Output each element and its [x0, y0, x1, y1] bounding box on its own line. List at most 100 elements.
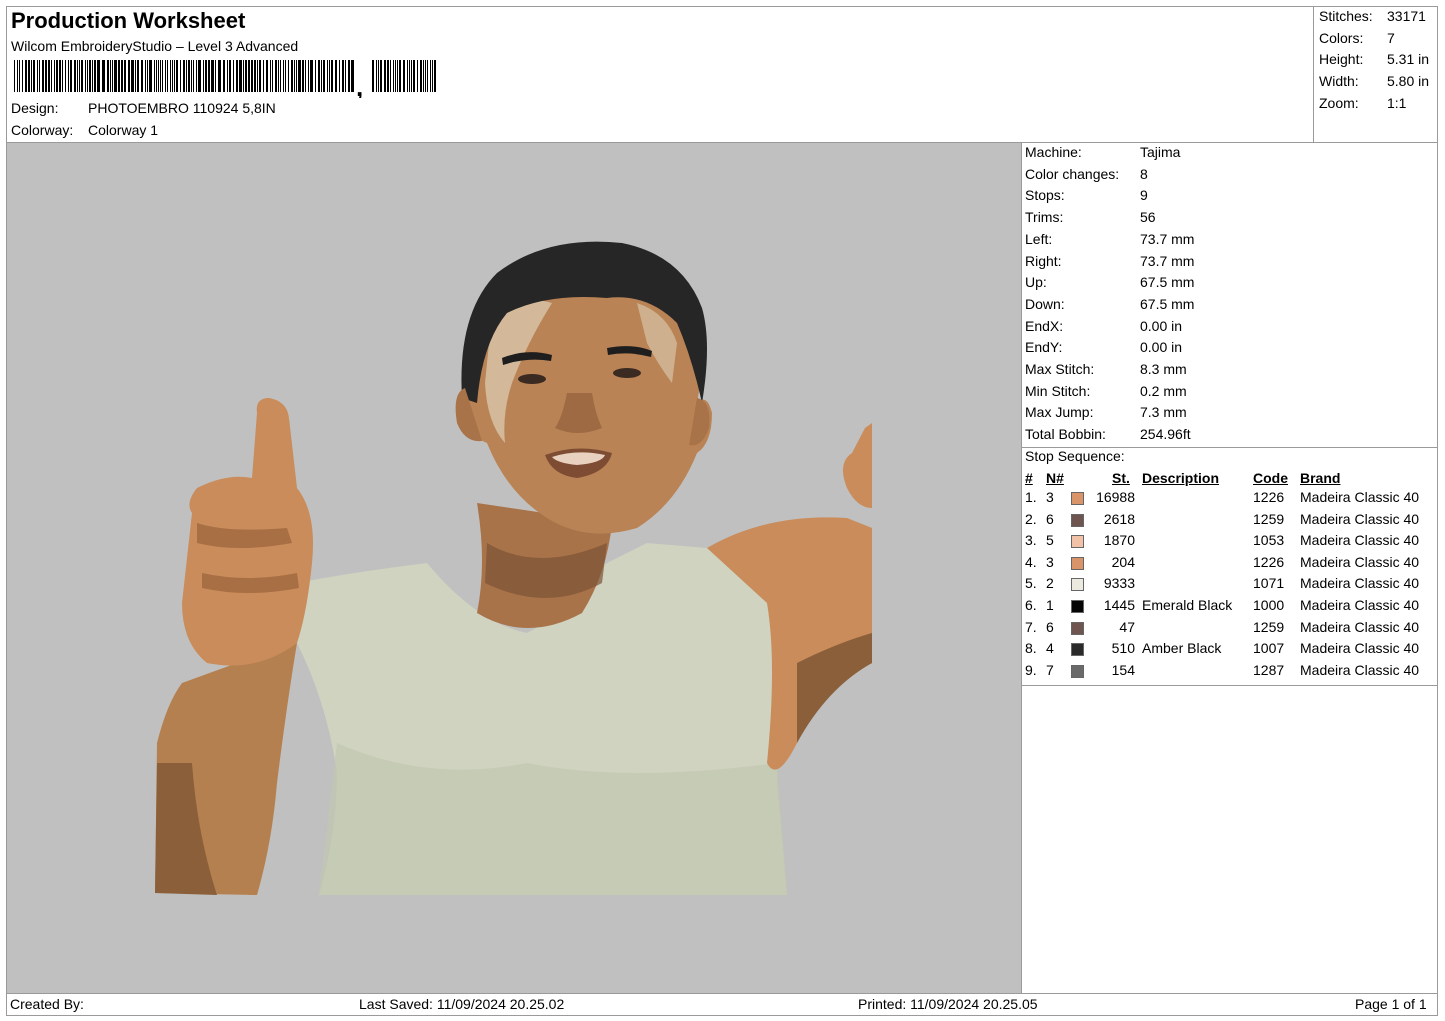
barcode-bar	[92, 60, 93, 92]
barcode-bar	[131, 60, 134, 92]
thread-code: 1053	[1253, 532, 1285, 549]
barcode-bar	[393, 60, 394, 92]
machine-row: Color changes: 8	[1025, 166, 1425, 186]
thread-brand: Madeira Classic 40	[1300, 510, 1420, 527]
needle-number: 7	[1046, 661, 1054, 678]
thread-brand: Madeira Classic 40	[1300, 489, 1420, 505]
barcode-bar	[318, 60, 320, 92]
stat-width: Width: 5.80 in	[1319, 73, 1439, 93]
thread-color-swatch	[1071, 492, 1084, 505]
barcode-bar	[321, 60, 322, 92]
stat-value: 5.80 in	[1387, 73, 1430, 89]
barcode-bar	[296, 60, 297, 92]
barcode-bar	[266, 60, 268, 92]
machine-row: Min Stitch: 0.2 mm	[1025, 383, 1425, 403]
stat-label: Stitches:	[1319, 8, 1373, 24]
stop-number: 6.	[1025, 597, 1037, 613]
machine-value: 9	[1140, 187, 1148, 204]
barcode-bar	[114, 60, 117, 92]
created-by: Created By:	[10, 996, 84, 1012]
thread-brand: Madeira Classic 40	[1300, 575, 1420, 592]
stat-label: Height:	[1319, 51, 1364, 67]
barcode-bar	[227, 60, 228, 92]
barcode-bar	[68, 60, 69, 92]
barcode-bar	[196, 60, 197, 92]
machine-row: Max Jump: 7.3 mm	[1025, 404, 1425, 424]
thread-code: 1226	[1253, 489, 1285, 505]
barcode-bar	[51, 60, 52, 92]
machine-row: EndY: 0.00 in	[1025, 339, 1425, 359]
barcode-bar	[288, 60, 289, 92]
thread-description: Emerald Black	[1142, 597, 1233, 613]
barcode-bar	[110, 60, 111, 92]
machine-label: Stops:	[1025, 187, 1065, 204]
barcode-bar	[329, 60, 330, 92]
barcode-bar	[272, 60, 273, 92]
stop-sequence-row: 1. 3 1226 Madeira Classic 40 16988	[1022, 489, 1438, 510]
barcode-bar	[59, 60, 61, 92]
software-subtitle: Wilcom EmbroideryStudio – Level 3 Advanc…	[11, 38, 299, 54]
barcode: ,	[14, 60, 436, 98]
machine-row: Total Bobbin: 254.96ft	[1025, 426, 1425, 446]
barcode-bar	[434, 60, 436, 92]
stat-stitches: Stitches: 33171	[1319, 8, 1439, 28]
stitch-count: 16988	[1096, 489, 1135, 505]
machine-value: 67.5 mm	[1140, 295, 1195, 312]
barcode-bar	[310, 60, 313, 92]
barcode-bar	[243, 60, 244, 92]
stat-value: 1:1	[1387, 95, 1407, 111]
barcode-bar	[45, 60, 47, 92]
barcode-bar	[176, 60, 178, 92]
stitch-count: 154	[1111, 661, 1135, 678]
barcode-bar	[278, 60, 279, 92]
machine-value: 67.5 mm	[1140, 274, 1195, 291]
barcode-bar	[31, 60, 32, 92]
barcode-bar	[395, 60, 396, 92]
barcode-bar	[170, 60, 171, 92]
thread-code: 1000	[1253, 597, 1285, 613]
needle-number: 6	[1046, 618, 1054, 635]
barcode-bar	[112, 60, 113, 92]
barcode-bar	[28, 60, 30, 92]
barcode-bar	[22, 60, 23, 92]
machine-label: Up:	[1025, 274, 1047, 291]
machine-row: Down: 67.5 mm	[1025, 296, 1425, 316]
machine-label: Min Stitch:	[1025, 382, 1091, 399]
machine-value: 0.00 in	[1140, 317, 1183, 334]
barcode-bar	[149, 60, 152, 92]
machine-info-panel: Machine: Tajima Color changes: 8 Stops: 9 Trim…	[1022, 143, 1438, 993]
machine-row: Machine: Tajima	[1025, 144, 1425, 164]
barcode-bar	[85, 60, 86, 92]
machine-label: Color changes:	[1025, 165, 1120, 182]
col-header-code: Code	[1253, 470, 1288, 486]
machine-label: Down:	[1025, 295, 1065, 312]
barcode-bar	[229, 60, 231, 92]
machine-value: 0.2 mm	[1140, 382, 1187, 399]
barcode-bar	[128, 60, 130, 92]
thread-brand: Madeira Classic 40	[1300, 553, 1420, 570]
barcode-bar	[233, 60, 234, 92]
left-eye	[518, 374, 546, 384]
barcode-bar	[239, 60, 242, 92]
barcode-bar	[345, 60, 346, 92]
thread-color-swatch	[1071, 621, 1084, 635]
barcode-bar	[208, 60, 210, 92]
barcode-bar	[407, 60, 408, 92]
machine-label: Max Jump:	[1025, 404, 1094, 421]
embroidery-design-preview	[155, 241, 872, 895]
stop-sequence-row: 9. 7 1287 Madeira Classic 40 154	[1022, 662, 1438, 683]
barcode-bar	[378, 60, 379, 92]
machine-row: Up: 67.5 mm	[1025, 274, 1425, 294]
stat-value: 7	[1387, 30, 1395, 46]
barcode-bar	[298, 60, 301, 92]
thread-color-swatch	[1071, 664, 1084, 678]
barcode-bar	[215, 60, 216, 92]
barcode-bar	[430, 60, 431, 92]
stop-number: 5.	[1025, 575, 1037, 592]
right-hand	[843, 423, 872, 508]
design-value: PHOTOEMBRO 110924 5,8IN	[88, 100, 276, 116]
barcode-bar	[121, 60, 123, 92]
design-preview-canvas	[7, 143, 1022, 993]
page-title: Production Worksheet	[11, 8, 246, 33]
right-eye	[613, 368, 641, 378]
